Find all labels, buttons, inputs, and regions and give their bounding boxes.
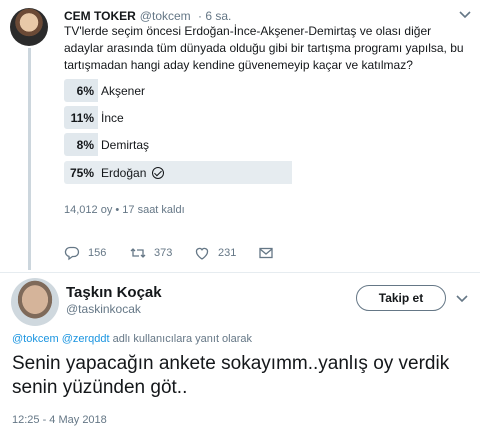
like-icon [195,247,209,260]
avatar-cem-toker[interactable] [10,8,48,46]
chevron-down-icon[interactable] [455,294,469,304]
dm-icon [259,247,273,259]
tweet1-header: CEM TOKER @tokcem · 6 sa. [64,9,231,23]
poll-label: Demirtaş [101,138,150,152]
poll-option-aksener: 6% Akşener [64,79,368,102]
poll-percent: 6% [76,84,94,98]
dm-button[interactable] [258,244,282,262]
avatar-taskin-kocak[interactable] [11,278,59,326]
poll-percent: 75% [69,166,94,180]
poll-option-ince: 11% İnce [64,106,368,129]
tweet1-author-name[interactable]: CEM TOKER [64,9,136,23]
poll-meta: 14,012 oy • 17 saat kaldı [64,204,185,216]
tweet1-author-handle[interactable]: @tokcem [140,9,191,23]
like-count: 231 [218,247,237,259]
reply-context: @tokcem @zerqddt adlı kullanıcılara yanı… [12,333,252,345]
tweet2-author-handle[interactable]: @taskinkocak [66,302,141,316]
reply-count: 156 [88,247,107,259]
like-button[interactable]: 231 [194,244,236,262]
poll-label: Erdoğan [101,166,147,180]
follow-button[interactable]: Takip et [356,285,446,311]
retweet-count: 373 [154,247,173,259]
retweet-button[interactable]: 373 [130,244,172,262]
poll-percent: 8% [76,138,94,152]
reply-icon [64,246,80,261]
tweet1-text: TV'lerde seçim öncesi Erdoğan-İnce-Akşen… [64,24,464,72]
poll-option-demirtas: 8% Demirtaş [64,133,368,156]
poll-label: Akşener [101,84,146,98]
divider [0,272,480,273]
mention-zerqddt[interactable]: @zerqddt [62,333,110,345]
tweet1-actions: 156 373 231 [64,244,284,262]
reply-context-text: adlı kullanıcılara yanıt olarak [112,333,253,345]
reply-button[interactable]: 156 [64,244,106,262]
poll-label-with-check: Erdoğan [101,166,165,180]
check-circle-icon [152,167,165,179]
tweet2-timestamp[interactable]: 12:25 - 4 May 2018 [12,414,107,426]
tweet2-author-name[interactable]: Taşkın Koçak [66,284,162,301]
poll-percent: 11% [70,111,94,125]
poll-label: İnce [101,111,124,125]
poll-option-erdogan: 75% Erdoğan [64,161,368,184]
thread-line [28,48,31,270]
tweet1-time[interactable]: · 6 sa. [198,9,231,23]
poll-bar [64,161,292,184]
quoted-tweet[interactable]: CEM TOKER @tokcem · 6 sa. TV'lerde seçim … [0,0,480,270]
retweet-icon [130,248,146,258]
mention-tokcem[interactable]: @tokcem [12,333,59,345]
tweet2-text: Senin yapacağın ankete sokayımm..yanlış … [12,353,450,398]
chevron-down-icon[interactable] [458,10,472,20]
